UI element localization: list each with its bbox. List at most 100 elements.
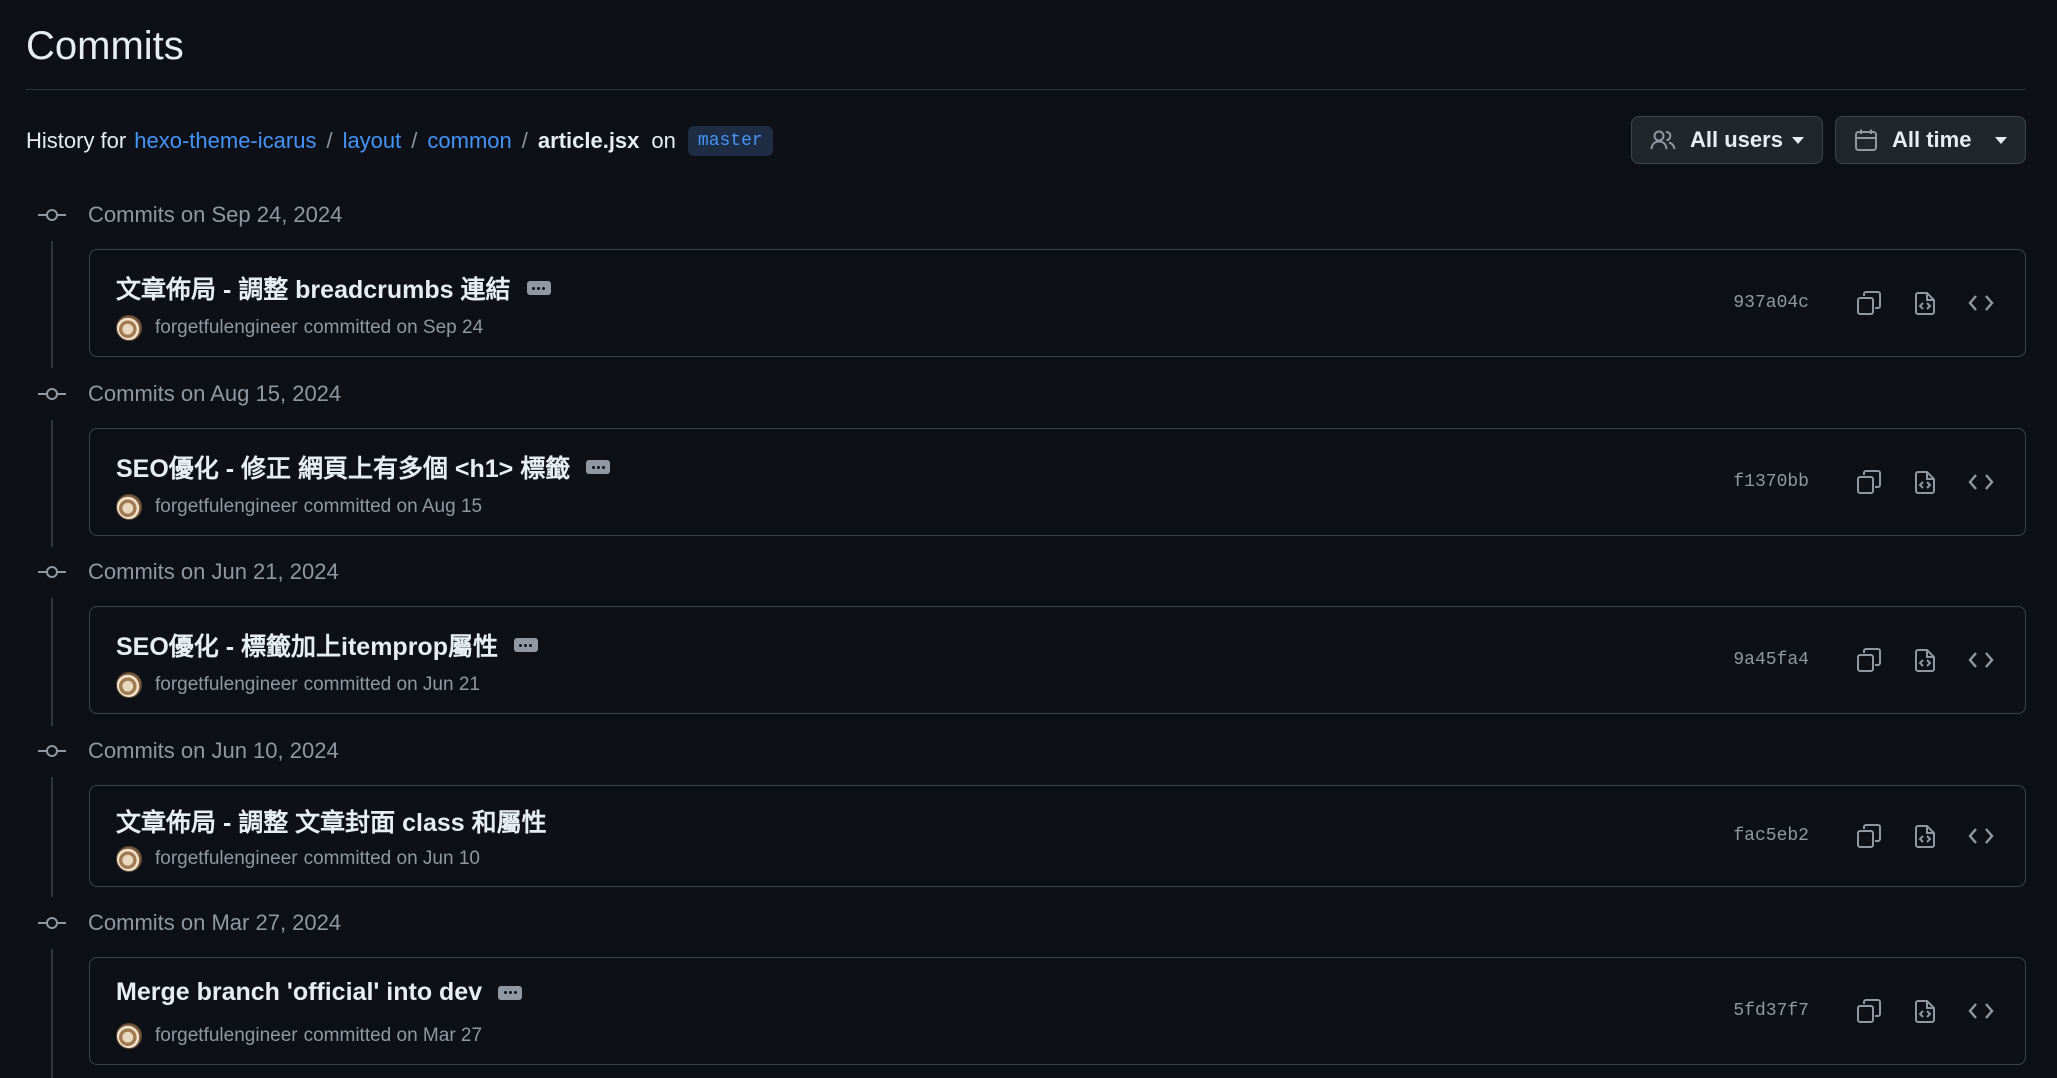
commit-date-heading: Commits on Jun 10, 2024	[88, 738, 339, 763]
commit-row: 文章佈局 - 調整 文章封面 class 和屬性 forgetfulengine…	[89, 785, 2026, 887]
commit-group-heading: Commits on Aug 15, 2024	[36, 378, 341, 410]
commit-author[interactable]: forgetfulengineer	[155, 496, 298, 518]
code-icon[interactable]	[1963, 642, 1999, 678]
commit-author[interactable]: forgetfulengineer	[155, 674, 298, 696]
file-diff-icon[interactable]	[1907, 818, 1943, 854]
breadcrumb-separator: /	[411, 128, 418, 153]
commit-actions: f1370bb	[1733, 464, 1999, 500]
avatar[interactable]	[116, 315, 142, 341]
avatar[interactable]	[116, 672, 142, 698]
commit-sha[interactable]: 937a04c	[1733, 293, 1809, 313]
copy-icon[interactable]	[1851, 464, 1887, 500]
commit-date: committed on Jun 10	[303, 848, 480, 869]
timeline-rail	[51, 420, 53, 547]
all-time-label: All time	[1892, 127, 1972, 152]
history-prefix: History for	[26, 128, 127, 153]
commit-sha[interactable]: 5fd37f7	[1733, 1001, 1809, 1021]
breadcrumb-file: article.jsx	[537, 128, 640, 153]
copy-icon[interactable]	[1851, 642, 1887, 678]
commit-group-heading: Commits on Jun 21, 2024	[36, 556, 339, 588]
commit-message[interactable]: 文章佈局 - 調整 breadcrumbs 連結	[116, 270, 551, 306]
commit-message[interactable]: Merge branch 'official' into dev	[116, 978, 523, 1007]
git-commit-icon	[36, 386, 68, 402]
breadcrumb-common-link[interactable]: common	[427, 128, 511, 154]
copy-icon[interactable]	[1851, 285, 1887, 321]
commit-date: committed on Aug 15	[303, 496, 483, 517]
commit-meta: forgetfulengineer committed on Jun 10	[116, 846, 480, 872]
commit-date: committed on Jun 21	[303, 674, 480, 695]
code-icon[interactable]	[1963, 464, 1999, 500]
commit-group-heading: Commits on Mar 27, 2024	[36, 907, 341, 939]
commit-date-heading: Commits on Jun 21, 2024	[88, 559, 339, 584]
avatar[interactable]	[116, 1023, 142, 1049]
all-users-filter-button[interactable]: All users	[1631, 116, 1823, 164]
file-diff-icon[interactable]	[1907, 993, 1943, 1029]
commit-row: SEO優化 - 標籤加上itemprop屬性 forgetfulengineer…	[89, 606, 2026, 714]
timeline-rail	[51, 598, 53, 726]
commit-message-text: SEO優化 - 標籤加上itemprop屬性	[116, 633, 498, 661]
breadcrumb-layout-link[interactable]: layout	[343, 128, 402, 154]
ellipsis-expand-button[interactable]	[513, 638, 538, 652]
all-users-label: All users	[1690, 127, 1783, 152]
commit-group-heading: Commits on Sep 24, 2024	[36, 199, 342, 231]
chevron-down-icon	[1995, 136, 2007, 144]
history-breadcrumb: History for hexo-theme-icarus / layout /…	[26, 126, 773, 156]
commit-row: SEO優化 - 修正 網頁上有多個 <h1> 標籤 forgetfulengin…	[89, 428, 2026, 536]
commit-meta: forgetfulengineer committed on Sep 24	[116, 315, 483, 341]
commit-message-text: 文章佈局 - 調整 breadcrumbs 連結	[116, 276, 511, 304]
commit-meta: forgetfulengineer committed on Mar 27	[116, 1023, 482, 1049]
commit-row: 文章佈局 - 調整 breadcrumbs 連結 forgetfulengine…	[89, 249, 2026, 357]
commit-actions: 9a45fa4	[1733, 642, 1999, 678]
git-commit-icon	[36, 564, 68, 580]
commit-meta: forgetfulengineer committed on Aug 15	[116, 494, 482, 520]
commit-actions: fac5eb2	[1733, 818, 1999, 854]
ellipsis-expand-button[interactable]	[526, 281, 551, 295]
copy-icon[interactable]	[1851, 993, 1887, 1029]
commit-actions: 5fd37f7	[1733, 993, 1999, 1029]
branch-badge[interactable]: master	[687, 126, 773, 156]
commit-group-heading: Commits on Jun 10, 2024	[36, 735, 339, 767]
people-icon	[1650, 130, 1676, 150]
ellipsis-expand-button[interactable]	[498, 985, 523, 1000]
commit-date-heading: Commits on Mar 27, 2024	[88, 910, 342, 935]
commit-date: committed on Sep 24	[303, 317, 484, 338]
git-commit-icon	[36, 915, 68, 931]
commit-author[interactable]: forgetfulengineer	[155, 1025, 298, 1047]
commit-author[interactable]: forgetfulengineer	[155, 317, 298, 339]
copy-icon[interactable]	[1851, 818, 1887, 854]
calendar-icon	[1855, 129, 1877, 151]
breadcrumb-separator: /	[326, 128, 333, 153]
all-time-filter-button[interactable]: All time	[1835, 116, 2026, 164]
commit-date: committed on Mar 27	[303, 1025, 483, 1046]
avatar[interactable]	[116, 846, 142, 872]
file-diff-icon[interactable]	[1907, 285, 1943, 321]
commit-date-heading: Commits on Sep 24, 2024	[88, 202, 343, 227]
timeline-rail	[51, 949, 53, 1078]
commit-row: Merge branch 'official' into dev forgetf…	[89, 957, 2026, 1065]
git-commit-icon	[36, 743, 68, 759]
git-commit-icon	[36, 207, 68, 223]
on-label: on	[651, 128, 676, 153]
commit-message[interactable]: SEO優化 - 修正 網頁上有多個 <h1> 標籤	[116, 449, 611, 485]
commit-date-heading: Commits on Aug 15, 2024	[88, 381, 342, 406]
commit-actions: 937a04c	[1733, 285, 1999, 321]
commit-message[interactable]: 文章佈局 - 調整 文章封面 class 和屬性	[116, 803, 547, 839]
commit-author[interactable]: forgetfulengineer	[155, 848, 298, 870]
page-title: Commits	[26, 24, 184, 68]
file-diff-icon[interactable]	[1907, 464, 1943, 500]
file-diff-icon[interactable]	[1907, 642, 1943, 678]
timeline-rail	[51, 241, 53, 368]
commits-page: Commits History for hexo-theme-icarus / …	[0, 0, 2057, 1078]
breadcrumb-separator: /	[521, 128, 528, 153]
breadcrumb-repo-link[interactable]: hexo-theme-icarus	[134, 128, 316, 154]
code-icon[interactable]	[1963, 993, 1999, 1029]
commit-sha[interactable]: f1370bb	[1733, 472, 1809, 492]
code-icon[interactable]	[1963, 818, 1999, 854]
code-icon[interactable]	[1963, 285, 1999, 321]
title-divider	[26, 89, 2026, 90]
ellipsis-expand-button[interactable]	[586, 460, 611, 474]
avatar[interactable]	[116, 494, 142, 520]
commit-sha[interactable]: fac5eb2	[1733, 826, 1809, 846]
commit-sha[interactable]: 9a45fa4	[1733, 650, 1809, 670]
commit-message[interactable]: SEO優化 - 標籤加上itemprop屬性	[116, 627, 538, 663]
